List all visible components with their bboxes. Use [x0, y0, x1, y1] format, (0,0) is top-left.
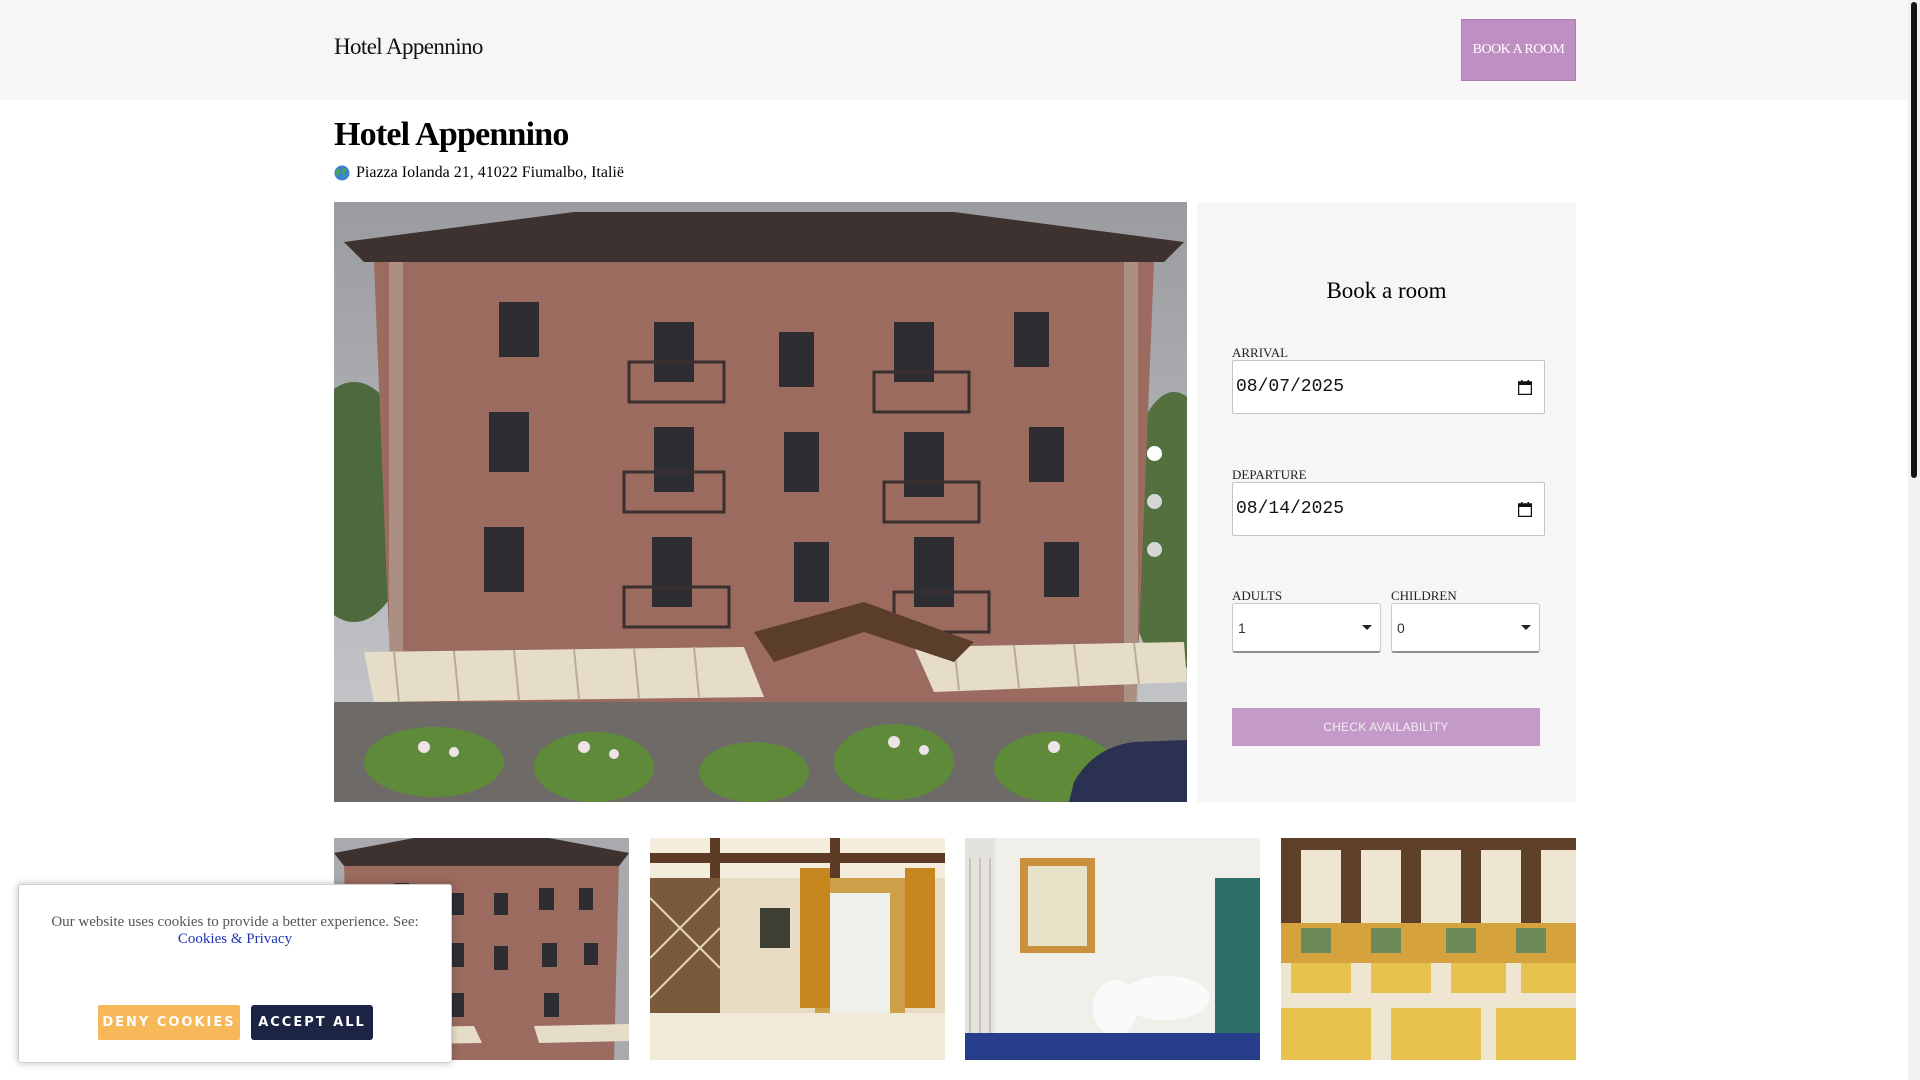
cookies-privacy-link[interactable]: Cookies & Privacy [178, 931, 292, 947]
carousel-dot-1[interactable] [1147, 446, 1162, 461]
gallery-thumb-dining-room[interactable] [650, 838, 945, 1060]
adults-select[interactable]: 1 [1232, 603, 1381, 653]
cookie-message: Our website uses cookies to provide a be… [19, 914, 451, 948]
children-select[interactable]: 0 [1391, 603, 1540, 653]
chevron-down-icon [1362, 625, 1372, 630]
hero-image-carousel[interactable] [334, 202, 1187, 802]
cookie-message-text: Our website uses cookies to provide a be… [51, 914, 419, 930]
carousel-dot-3[interactable] [1147, 542, 1162, 557]
check-availability-button[interactable]: CHECK AVAILABILITY [1232, 708, 1540, 746]
departure-label: DEPARTURE [1232, 467, 1307, 482]
book-a-room-button[interactable]: BOOK A ROOM [1461, 19, 1576, 81]
hotel-address: Piazza Iolanda 21, 41022 Fiumalbo, Itali… [334, 164, 624, 182]
calendar-icon[interactable] [1518, 502, 1532, 517]
adults-value: 1 [1238, 619, 1246, 636]
chevron-down-icon [1521, 625, 1531, 630]
page-title: Hotel Appennino [334, 116, 569, 153]
booking-panel: Book a room ARRIVAL 08/07/2025 DEPARTURE… [1197, 202, 1576, 802]
arrival-date-value: 08/07/2025 [1236, 377, 1345, 397]
gallery-thumb-restaurant[interactable] [1281, 838, 1576, 1060]
cookie-consent-dialog: Our website uses cookies to provide a be… [18, 884, 452, 1063]
arrival-date-input[interactable]: 08/07/2025 [1232, 360, 1545, 414]
scrollbar-thumb[interactable] [1911, 2, 1917, 478]
gallery-thumb-bathroom[interactable] [965, 838, 1260, 1060]
deny-cookies-button[interactable]: DENY COOKIES [98, 1005, 240, 1040]
brand-logo-text[interactable]: Hotel Appennino [334, 34, 483, 60]
address-text: Piazza Iolanda 21, 41022 Fiumalbo, Itali… [356, 164, 624, 181]
carousel-dot-2[interactable] [1147, 494, 1162, 509]
restaurant-photo [1281, 838, 1576, 1060]
hotel-exterior-photo [334, 202, 1187, 802]
adults-label: ADULTS [1232, 588, 1283, 603]
accept-all-button[interactable]: ACCEPT ALL [251, 1005, 373, 1040]
departure-date-input[interactable]: 08/14/2025 [1232, 482, 1545, 536]
children-value: 0 [1397, 619, 1405, 636]
booking-title: Book a room [1326, 278, 1447, 303]
top-navigation-bar: Hotel Appennino BOOK A ROOM [0, 0, 1908, 100]
arrival-label: ARRIVAL [1232, 345, 1289, 360]
children-label: CHILDREN [1391, 588, 1457, 603]
globe-icon [334, 165, 350, 181]
dining-room-photo [650, 838, 945, 1060]
departure-date-value: 08/14/2025 [1236, 499, 1345, 519]
calendar-icon[interactable] [1518, 380, 1532, 395]
bathroom-photo [965, 838, 1260, 1060]
